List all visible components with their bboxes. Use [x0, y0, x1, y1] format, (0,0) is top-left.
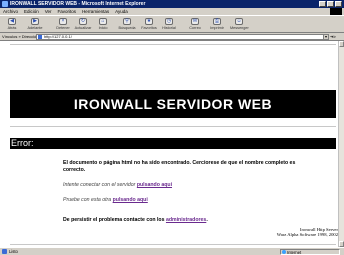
footer-divider — [10, 244, 336, 245]
messenger-label: Messenger — [230, 26, 249, 30]
messenger-button[interactable]: ☺ Messenger — [230, 17, 249, 33]
alternate-line: Pruebe con esta otra pulsando aqui — [63, 197, 313, 204]
home-button[interactable]: ⌂ Inicio — [94, 17, 112, 33]
go-label: Ir — [333, 34, 336, 39]
refresh-icon: ↻ — [79, 18, 87, 25]
not-found-message: El documento o página html no ha sido en… — [63, 160, 296, 173]
alternate-text: Pruebe con esta otra — [63, 197, 112, 203]
menu-ayuda[interactable]: Ayuda — [115, 8, 128, 15]
address-labels: Vínculos » Dirección — [2, 34, 39, 39]
back-label: Atrás — [7, 26, 17, 30]
menu-archivo[interactable]: Archivo — [3, 8, 18, 15]
search-label: Búsqueda — [118, 26, 136, 30]
menu-favoritos[interactable]: Favoritos — [58, 8, 77, 15]
stop-label: Detener — [56, 26, 70, 30]
mail-button[interactable]: ✉ Correo — [186, 17, 204, 33]
server-signature: Ironwall Http Server Warz Alpha Software… — [277, 227, 338, 237]
scroll-up-icon[interactable] — [339, 41, 344, 47]
window-title: IRONWALL SERVIDOR WEB - Microsoft Intern… — [10, 1, 146, 7]
admin-line: De persistir el problema contacte con lo… — [63, 217, 313, 224]
print-button[interactable]: ⎙ Imprimir — [208, 17, 226, 33]
alternate-link[interactable]: pulsando aqui — [113, 197, 148, 203]
zone-label: Internet — [287, 250, 302, 255]
page-icon — [38, 35, 42, 39]
history-icon: ◷ — [165, 18, 173, 25]
vertical-scrollbar[interactable] — [338, 41, 344, 247]
minimize-button[interactable] — [319, 1, 326, 7]
status-text: Listo — [9, 249, 18, 254]
internet-explorer-icon — [2, 1, 8, 7]
forward-label: Adelante — [27, 26, 43, 30]
menu-bar: Archivo Edición Ver Favoritos Herramient… — [0, 8, 344, 15]
favorites-icon: ★ — [145, 18, 153, 25]
forward-button[interactable]: ▶ Adelante — [26, 17, 44, 33]
server-banner: IRONWALL SERVIDOR WEB — [10, 90, 336, 118]
messenger-icon: ☺ — [235, 18, 243, 25]
stop-button[interactable]: × Detener — [54, 17, 72, 33]
title-bar: IRONWALL SERVIDOR WEB - Microsoft Intern… — [0, 0, 344, 8]
maximize-button[interactable] — [327, 1, 334, 7]
address-input[interactable]: http://127.0.0.1/ — [36, 34, 328, 40]
status-page-icon — [2, 249, 7, 254]
close-button[interactable] — [335, 1, 342, 7]
admin-suffix: . — [206, 217, 208, 223]
top-divider — [10, 44, 336, 45]
search-icon: ⚲ — [123, 18, 131, 25]
home-label: Inicio — [98, 26, 108, 30]
back-arrow-icon: ◀ — [8, 18, 16, 25]
home-icon: ⌂ — [99, 18, 107, 25]
window-controls — [319, 1, 342, 7]
favorites-label: Favoritos — [141, 26, 157, 30]
favorites-button[interactable]: ★ Favoritos — [140, 17, 158, 33]
mail-icon: ✉ — [191, 18, 199, 25]
retry-link[interactable]: pulsando aqui — [137, 182, 172, 188]
address-dropdown-button[interactable]: ▾ — [323, 34, 329, 40]
refresh-button[interactable]: ↻ Actualizar — [74, 17, 92, 33]
admin-text: De persistir el problema contacte con lo… — [63, 217, 165, 223]
address-bar: Vínculos » Dirección http://127.0.0.1/ ▾… — [0, 33, 344, 41]
error-heading: Error: — [10, 138, 336, 149]
history-button[interactable]: ◷ Historial — [160, 17, 178, 33]
refresh-label: Actualizar — [74, 26, 92, 30]
search-button[interactable]: ⚲ Búsqueda — [118, 17, 136, 33]
retry-text: Intente conectar con el servidor — [63, 182, 136, 188]
print-icon: ⎙ — [213, 18, 221, 25]
retry-line: Intente conectar con el servidor pulsand… — [63, 182, 313, 189]
address-value: http://127.0.0.1/ — [44, 34, 72, 39]
standard-toolbar: ◀ Atrás ▶ Adelante × Detener ↻ Actualizar ⌂ I… — [0, 15, 344, 33]
page-content: IRONWALL SERVIDOR WEB Error: El document… — [0, 41, 338, 247]
back-button[interactable]: ◀ Atrás — [3, 17, 21, 33]
history-label: Historial — [162, 26, 176, 30]
mail-label: Correo — [189, 26, 201, 30]
status-bar: Listo Internet — [0, 247, 344, 255]
menu-ver[interactable]: Ver — [45, 8, 52, 15]
banner-divider — [10, 126, 336, 127]
menu-herramientas[interactable]: Herramientas — [82, 8, 109, 15]
footer-copyright: Warz Alpha Software 1998, 2002 — [276, 232, 338, 237]
windows-logo-icon — [330, 8, 342, 15]
go-button[interactable]: ➜Ir — [330, 33, 336, 41]
menu-edicion[interactable]: Edición — [24, 8, 39, 15]
stop-icon: × — [59, 18, 67, 25]
globe-icon — [282, 250, 286, 254]
security-zone: Internet — [280, 249, 340, 255]
forward-arrow-icon: ▶ — [31, 18, 39, 25]
admin-link[interactable]: administradores — [166, 217, 206, 223]
links-menu[interactable]: Vínculos — [2, 34, 17, 39]
print-label: Imprimir — [210, 26, 224, 30]
